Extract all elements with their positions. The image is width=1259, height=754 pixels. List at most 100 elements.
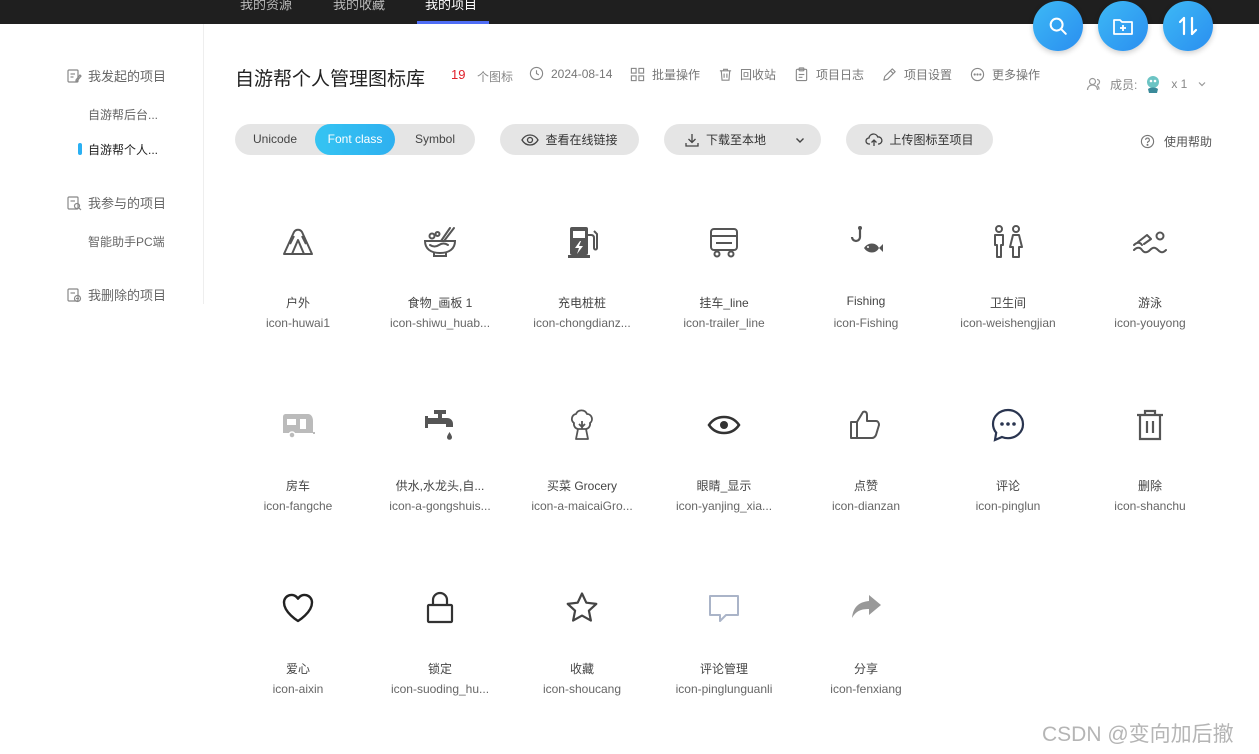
help-icon — [1140, 134, 1155, 149]
icon-name: 房车 — [285, 479, 310, 493]
tab-symbol[interactable]: Symbol — [395, 124, 475, 155]
icon-card[interactable]: 锁定 icon-suoding_hu... — [375, 566, 505, 716]
eye-icon — [707, 415, 741, 435]
icon-name: 点赞 — [853, 479, 878, 493]
tab-font-class[interactable]: Font class — [315, 124, 395, 155]
icon-card[interactable]: 游泳 icon-youyong — [1085, 200, 1215, 350]
icon-card[interactable]: 点赞 icon-dianzan — [801, 383, 931, 533]
icon-code: icon-shanchu — [1114, 499, 1186, 513]
help-link[interactable]: 使用帮助 — [1140, 133, 1212, 150]
icon-card[interactable]: 爱心 icon-aixin — [233, 566, 363, 716]
batch-operation-button[interactable]: 批量操作 — [630, 66, 700, 83]
more-actions-label: 更多操作 — [992, 68, 1041, 82]
lock-icon — [426, 591, 454, 624]
members-label: 成员: — [1110, 77, 1138, 92]
sidebar-section-participated[interactable]: 我参与的项目 — [66, 193, 166, 212]
download-button[interactable]: 下载至本地 — [664, 124, 821, 155]
icon-card[interactable]: 评论 icon-pinglun — [943, 383, 1073, 533]
new-project-button[interactable] — [1098, 1, 1148, 51]
tent-icon — [283, 228, 313, 255]
tab-my-favorites[interactable]: 我的收藏 — [333, 0, 385, 13]
sidebar-section-initiated[interactable]: 我发起的项目 — [66, 66, 166, 85]
date-text: 2024-08-14 — [551, 66, 613, 81]
caravan-icon — [283, 414, 315, 439]
icon-card[interactable]: 挂车_line icon-trailer_line — [659, 200, 789, 350]
grocery-icon — [571, 409, 593, 440]
icon-name: 锁定 — [427, 662, 452, 676]
icon-name: Fishing — [846, 294, 886, 308]
icon-code: icon-pinglun — [975, 499, 1041, 513]
icon-card[interactable]: 眼睛_显示 icon-yanjing_xia... — [659, 383, 789, 533]
icon-name: 户外 — [285, 296, 310, 310]
pencil-icon — [883, 68, 896, 81]
icon-count: 19 — [451, 67, 466, 82]
more-actions-button[interactable]: 更多操作 — [970, 66, 1040, 83]
icon-name: 评论管理 — [699, 662, 748, 676]
icon-card[interactable]: Fishing icon-Fishing — [801, 200, 931, 350]
eye-icon — [521, 133, 540, 146]
upload-label: 上传图标至项目 — [889, 133, 974, 147]
icon-name: 收藏 — [569, 662, 594, 676]
icon-code: icon-trailer_line — [683, 316, 765, 330]
icon-card[interactable]: 卫生间 icon-weishengjian — [943, 200, 1073, 350]
heart-icon — [282, 593, 314, 623]
tab-unicode[interactable]: Unicode — [235, 124, 315, 155]
icon-name: 游泳 — [1137, 296, 1162, 310]
swimming-icon — [1133, 231, 1167, 254]
icon-card[interactable]: 收藏 icon-shoucang — [517, 566, 647, 716]
icon-code: icon-fenxiang — [830, 682, 902, 696]
thumbs-up-icon — [850, 410, 880, 439]
comment-icon — [991, 408, 1025, 442]
clipboard-icon — [795, 67, 808, 82]
search-button[interactable] — [1033, 1, 1083, 51]
icon-name: 供水,水龙头,自... — [395, 479, 485, 493]
sidebar-item-zyb-personal[interactable]: 自游帮个人... — [88, 141, 158, 158]
icon-code: icon-a-gongshuis... — [389, 499, 491, 513]
upload-icons-button[interactable]: 上传图标至项目 — [846, 124, 993, 155]
clock-icon — [529, 66, 544, 81]
members-icon — [1086, 77, 1101, 91]
project-settings-button[interactable]: 项目设置 — [882, 66, 952, 83]
sidebar-section-deleted[interactable]: 我删除的项目 — [66, 285, 166, 304]
faucet-icon — [425, 410, 453, 440]
charging-station-icon — [568, 227, 598, 258]
icon-card[interactable]: 房车 icon-fangche — [233, 383, 363, 533]
recycle-bin-label: 回收站 — [740, 68, 777, 82]
sidebar-section-label: 我参与的项目 — [88, 196, 167, 211]
icon-card[interactable]: 评论管理 icon-pinglunguanli — [659, 566, 789, 716]
project-log-button[interactable]: 项目日志 — [794, 66, 864, 83]
icon-code: icon-a-maicaiGro... — [531, 499, 633, 513]
icon-card[interactable]: 充电桩桩 icon-chongdianz... — [517, 200, 647, 350]
view-online-link-button[interactable]: 查看在线链接 — [500, 124, 639, 155]
icon-card[interactable]: 户外 icon-huwai1 — [233, 200, 363, 350]
sort-button[interactable] — [1163, 1, 1213, 51]
members-dropdown[interactable]: 成员: x 1 — [1086, 74, 1207, 94]
icon-name: 食物_画板 1 — [407, 296, 473, 310]
icon-card[interactable]: 删除 icon-shanchu — [1085, 383, 1215, 533]
icon-code: icon-fangche — [263, 499, 333, 513]
icon-code: icon-yanjing_xia... — [675, 499, 773, 513]
sidebar-item-smart-assistant[interactable]: 智能助手PC端 — [88, 233, 165, 250]
icon-card[interactable]: 食物_画板 1 icon-shiwu_huab... — [375, 200, 505, 350]
icon-code: icon-aixin — [272, 682, 324, 696]
cloud-upload-icon — [865, 132, 883, 146]
recycle-bin-button[interactable]: 回收站 — [718, 66, 776, 83]
icon-code: icon-dianzan — [831, 499, 901, 513]
icon-name: 评论 — [995, 479, 1020, 493]
icon-name: 挂车_line — [699, 296, 749, 310]
new-project-icon — [1113, 19, 1133, 35]
delete-doc-icon — [67, 287, 82, 302]
active-item-marker — [78, 143, 82, 155]
tab-my-resources[interactable]: 我的资源 — [240, 0, 292, 13]
trash-icon — [719, 68, 732, 81]
icon-card[interactable]: 供水,水龙头,自... icon-a-gongshuis... — [375, 383, 505, 533]
tab-my-projects[interactable]: 我的项目 — [425, 0, 477, 13]
help-label: 使用帮助 — [1164, 135, 1213, 149]
sidebar-item-zyb-admin[interactable]: 自游帮后台... — [88, 106, 158, 123]
batch-icon — [630, 67, 645, 82]
edit-doc-icon — [67, 68, 82, 83]
chevron-down-icon[interactable] — [794, 134, 806, 146]
icon-card[interactable]: 分享 icon-fenxiang — [801, 566, 931, 716]
trash-icon — [1137, 409, 1163, 441]
icon-card[interactable]: 买菜 Grocery icon-a-maicaiGro... — [517, 383, 647, 533]
